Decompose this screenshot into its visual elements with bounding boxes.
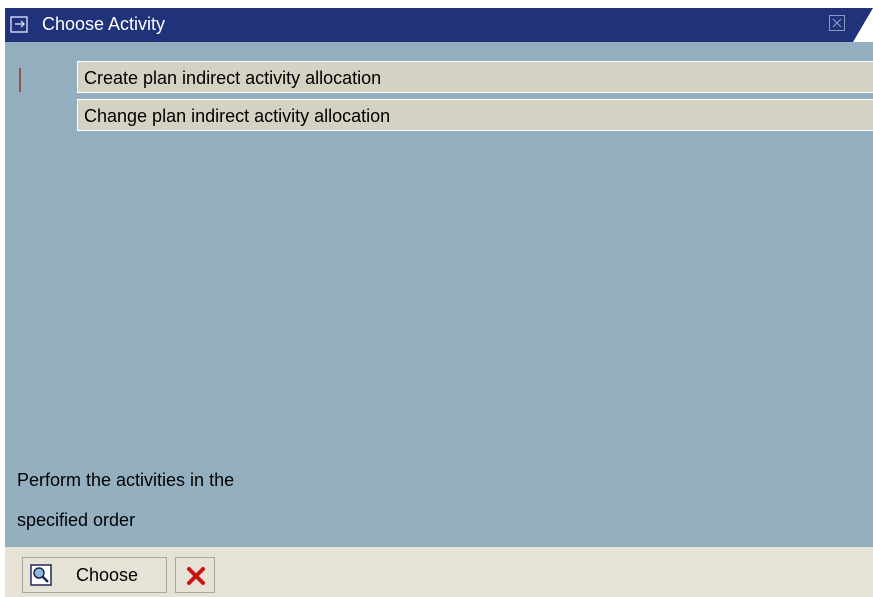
instruction-text: Perform the activities in the specified … <box>17 460 417 540</box>
title-bar: Choose Activity <box>5 8 873 42</box>
instruction-line-1: Perform the activities in the <box>17 470 235 490</box>
choose-magnifier-icon <box>30 564 52 586</box>
choose-activity-dialog: Choose Activity Create plan indirect act… <box>5 8 873 597</box>
dialog-toolbar: Choose <box>5 547 873 597</box>
cancel-x-icon <box>187 567 205 585</box>
activity-item-create[interactable]: Create plan indirect activity allocation <box>77 61 873 93</box>
choose-button-label: Choose <box>76 565 139 585</box>
choose-button[interactable]: Choose <box>22 557 167 593</box>
instruction-line-2: specified order <box>17 510 136 530</box>
title-bar-corner <box>853 8 873 42</box>
cancel-button[interactable] <box>175 557 215 593</box>
activity-item-change[interactable]: Change plan indirect activity allocation <box>77 99 873 131</box>
close-icon[interactable] <box>829 15 845 31</box>
text-cursor <box>19 68 21 92</box>
dialog-icon <box>10 16 30 34</box>
dialog-title: Choose Activity <box>42 14 166 34</box>
activity-item-label: Create plan indirect activity allocation <box>84 68 382 88</box>
activity-list: Create plan indirect activity allocation… <box>77 61 873 137</box>
activity-item-label: Change plan indirect activity allocation <box>84 106 391 126</box>
